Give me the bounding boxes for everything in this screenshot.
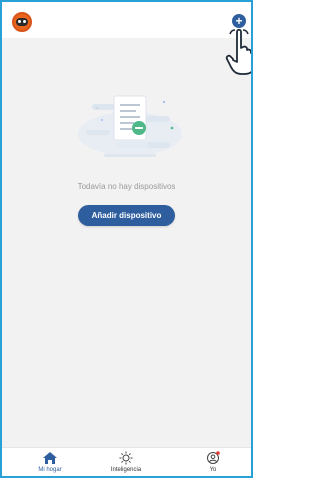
top-bar: + <box>2 2 251 38</box>
pointer-hand-icon <box>225 28 251 75</box>
avatar-face <box>16 18 28 26</box>
tab-home[interactable]: Mi hogar <box>20 451 80 473</box>
empty-state-message: Todavía no hay dispositivos <box>77 182 176 191</box>
tab-me-label: Yo <box>209 467 217 473</box>
sun-icon <box>119 451 133 465</box>
bottom-tab-bar: Mi hogar Inteligencia Yo <box>2 447 251 476</box>
home-icon <box>43 452 57 464</box>
empty-devices-illustration <box>78 95 182 157</box>
tab-intelligence-label: Inteligencia <box>110 467 142 473</box>
tab-home-label: Mi hogar <box>38 467 62 473</box>
robot-avatar-icon[interactable] <box>12 12 32 32</box>
tab-me[interactable]: Yo <box>183 451 243 473</box>
user-icon <box>207 451 220 464</box>
tab-intelligence[interactable]: Inteligencia <box>96 451 156 473</box>
app-frame: + Todavía no hay dispositivos Añadir dis… <box>0 0 253 478</box>
add-device-button[interactable]: Añadir dispositivo <box>78 205 175 226</box>
